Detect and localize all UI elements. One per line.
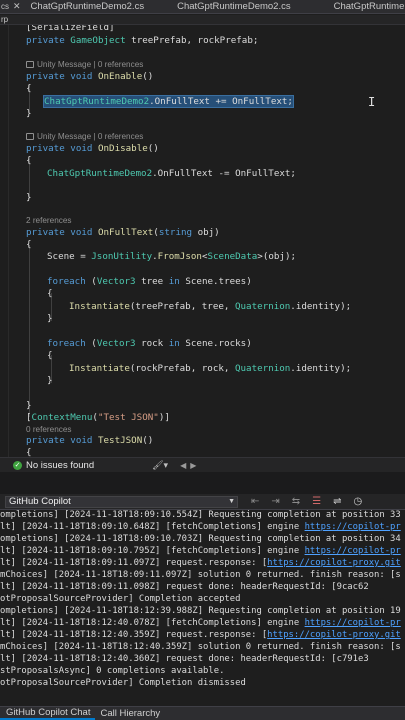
log-line: otProposalSourceProvider] Completion acc…	[0, 594, 241, 604]
scope-dropdown-label[interactable]: rp	[1, 15, 8, 24]
log-line: ompletions] [2024-11-18T18:09:10.703Z] R…	[0, 534, 401, 544]
log-link[interactable]: https://copilot-proxy.git	[267, 630, 401, 640]
code-line: }	[26, 108, 32, 119]
code-line: foreach (Vector3 rock in Scene.rocks)	[47, 338, 252, 349]
log-line: lt] [2024-11-18T18:09:10.648Z] [fetchCom…	[0, 522, 401, 532]
clear-all-icon[interactable]: ☰	[312, 496, 321, 507]
code-line: {	[26, 155, 32, 166]
codelens-references[interactable]: Unity Message | 0 references	[26, 131, 143, 143]
output-source-dropdown[interactable]: GitHub Copilot ▼	[5, 495, 238, 508]
indent-guide	[29, 245, 30, 417]
log-line: otProposalSourceProvider] Completion dis…	[0, 678, 246, 688]
unity-icon	[26, 133, 34, 140]
navigation-bar[interactable]: rp	[0, 15, 405, 25]
check-circle-icon: ✓	[13, 460, 22, 470]
panel-splitter[interactable]	[0, 472, 405, 494]
code-line: [ContextMenu("Test JSON")]	[26, 412, 170, 423]
goto-previous-icon[interactable]: ⇥	[271, 496, 279, 507]
code-line: {	[26, 239, 32, 250]
code-line: {	[47, 350, 53, 361]
editor-status-bar: ✓ No issues found 🖌▾ ◀▶	[0, 457, 405, 472]
find-message-icon[interactable]: ⇤	[251, 496, 259, 507]
tool-window-tabs: GitHub Copilot Chat Call Hierarchy	[0, 706, 405, 720]
tab-fragment-label[interactable]: cs	[1, 2, 9, 11]
log-line: lt] [2024-11-18T18:09:11.097Z] request.r…	[0, 558, 401, 568]
code-line: foreach (Vector3 tree in Scene.trees)	[47, 276, 252, 287]
tab-chatgptruntimedemo2-2[interactable]: ChatGptRuntimeDemo2.cs	[170, 1, 299, 12]
log-line: mChoices] [2024-11-18T18:09:11.097Z] sol…	[0, 570, 401, 580]
log-line: mChoices] [2024-11-18T18:12:40.359Z] sol…	[0, 642, 401, 652]
code-line: Scene = JsonUtility.FromJson<SceneData>(…	[47, 251, 297, 262]
code-line: }	[47, 313, 53, 324]
code-line: }	[26, 192, 32, 203]
tab-chatgptruntimedemo2-1[interactable]: ChatGptRuntimeDemo2.cs	[24, 1, 153, 12]
log-line: ompletions] [2024-11-18T18:09:10.554Z] R…	[0, 510, 401, 520]
word-wrap-icon[interactable]: ⇌	[333, 496, 341, 507]
text-cursor-icon: I	[368, 95, 376, 109]
log-line: ompletions] [2024-11-18T18:12:39.988Z] R…	[0, 606, 401, 616]
log-link[interactable]: https://copilot-pr	[305, 522, 401, 532]
log-line: lt] [2024-11-18T18:09:11.098Z] request d…	[0, 582, 369, 592]
output-log[interactable]: ompletions] [2024-11-18T18:09:10.554Z] R…	[0, 510, 405, 706]
tab-chatgptruntimedemo2-3[interactable]: ChatGptRuntimeDemo2.cs	[327, 1, 405, 12]
code-line: private void OnFullText(string obj)	[26, 227, 220, 238]
log-line: stProposalsAsync] 0 completions availabl…	[0, 666, 225, 676]
code-text[interactable]: [SerializeField] private GameObject tree…	[0, 25, 351, 457]
navigate-issues-arrows-icon[interactable]: ◀▶	[180, 461, 200, 470]
code-line: {	[47, 288, 53, 299]
tab-call-hierarchy[interactable]: Call Hierarchy	[95, 708, 165, 719]
code-line: {	[26, 83, 32, 94]
code-line: private void OnEnable()	[26, 71, 154, 82]
code-line: ChatGptRuntimeDemo2.OnFullText -= OnFull…	[47, 168, 296, 179]
code-line: private GameObject treePrefab, rockPrefa…	[26, 35, 259, 46]
document-tab-bar: cs ✕ ChatGptRuntimeDemo2.cs ChatGptRunti…	[0, 0, 405, 14]
log-line: lt] [2024-11-18T18:12:40.078Z] [fetchCom…	[0, 618, 401, 628]
output-source-label: GitHub Copilot	[9, 495, 71, 507]
log-link[interactable]: https://copilot-proxy.git	[267, 558, 401, 568]
text-selection[interactable]: ChatGptRuntimeDemo2.OnFullText += OnFull…	[43, 95, 294, 108]
goto-next-icon[interactable]: ⇆	[292, 496, 300, 507]
unity-icon	[26, 61, 34, 68]
issues-status[interactable]: No issues found	[26, 460, 94, 471]
code-line: }	[47, 375, 53, 386]
code-line: private void TestJSON()	[26, 435, 154, 446]
code-line: }	[26, 400, 32, 411]
codelens-references[interactable]: 2 references	[26, 215, 72, 227]
code-line: [SerializeField]	[26, 25, 115, 33]
code-cleanup-icon[interactable]: 🖌▾	[152, 460, 168, 471]
output-toolbar: GitHub Copilot ▼ ⇤ ⇥ ⇆ ☰ ⇌ ◷	[0, 494, 405, 510]
code-editor[interactable]: [SerializeField] private GameObject tree…	[0, 25, 405, 457]
codelens-references[interactable]: Unity Message | 0 references	[26, 59, 143, 71]
code-line: {	[26, 447, 32, 457]
log-line: lt] [2024-11-18T18:12:40.359Z] request.r…	[0, 630, 401, 640]
chevron-down-icon: ▼	[228, 497, 235, 505]
code-line: Instantiate(treePrefab, tree, Quaternion…	[69, 301, 352, 312]
selected-code-line[interactable]: ChatGptRuntimeDemo2.OnFullText += OnFull…	[43, 95, 294, 108]
log-line: lt] [2024-11-18T18:09:10.795Z] [fetchCom…	[0, 546, 401, 556]
log-link[interactable]: https://copilot-pr	[305, 546, 401, 556]
close-icon[interactable]: ✕	[13, 1, 21, 12]
tab-github-copilot-chat[interactable]: GitHub Copilot Chat	[0, 707, 96, 720]
code-line: private void OnDisable()	[26, 143, 159, 154]
code-line: Instantiate(rockPrefab, rock, Quaternion…	[69, 363, 352, 374]
log-link[interactable]: https://copilot-pr	[305, 618, 401, 628]
log-line: lt] [2024-11-18T18:12:40.360Z] request d…	[0, 654, 369, 664]
clock-icon[interactable]: ◷	[354, 496, 363, 507]
